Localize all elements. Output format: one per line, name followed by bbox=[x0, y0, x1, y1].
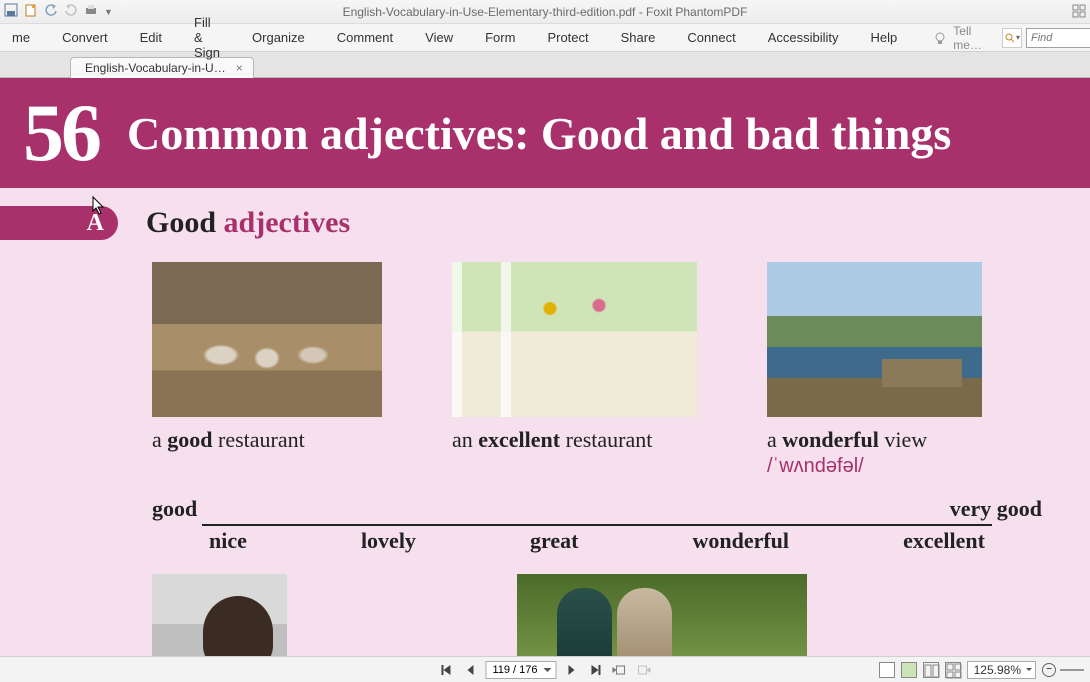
bulb-icon bbox=[933, 31, 947, 45]
unit-header: 56 Common adjectives: Good and bad thing… bbox=[0, 78, 1090, 188]
scale-item: excellent bbox=[903, 528, 985, 554]
redo-icon[interactable] bbox=[64, 3, 78, 20]
menu-form[interactable]: Form bbox=[469, 26, 531, 49]
example-card-2: an excellent restaurant bbox=[452, 262, 697, 478]
section-word-2: adjectives bbox=[224, 206, 351, 239]
single-page-view-icon[interactable] bbox=[879, 662, 895, 678]
section-title: Good adjectives bbox=[146, 206, 350, 240]
view-image bbox=[767, 262, 982, 417]
title-bar: ▼ English-Vocabulary-in-Use-Elementary-t… bbox=[0, 0, 1090, 24]
adjective-scale: good very good nice lovely great wonderf… bbox=[152, 496, 1042, 554]
page-number-box[interactable]: 119 / 176 bbox=[485, 661, 556, 679]
prev-view-button[interactable] bbox=[611, 661, 629, 679]
scale-item: wonderful bbox=[692, 528, 789, 554]
next-page-button[interactable] bbox=[563, 661, 581, 679]
scale-left-label: good bbox=[152, 496, 197, 522]
menu-fill-sign[interactable]: Fill & Sign bbox=[178, 11, 236, 64]
restaurant-image-1 bbox=[152, 262, 382, 417]
scale-line bbox=[202, 524, 992, 526]
menu-help[interactable]: Help bbox=[855, 26, 914, 49]
find-box[interactable] bbox=[1026, 28, 1090, 48]
menu-bar: me Convert Edit Fill & Sign Organize Com… bbox=[0, 24, 1090, 52]
section-tab: A bbox=[0, 206, 118, 240]
undo-icon[interactable] bbox=[44, 3, 58, 20]
menu-organize[interactable]: Organize bbox=[236, 26, 321, 49]
prev-page-button[interactable] bbox=[461, 661, 479, 679]
facing-view-icon[interactable] bbox=[923, 662, 939, 678]
menu-protect[interactable]: Protect bbox=[531, 26, 604, 49]
menu-connect[interactable]: Connect bbox=[671, 26, 751, 49]
caption-2: an excellent restaurant bbox=[452, 427, 697, 453]
menu-share[interactable]: Share bbox=[605, 26, 672, 49]
scale-right-label: very good bbox=[950, 496, 1042, 522]
person-image bbox=[152, 574, 287, 656]
section-letter: A bbox=[87, 210, 104, 237]
menu-convert[interactable]: Convert bbox=[46, 26, 124, 49]
menu-edit[interactable]: Edit bbox=[124, 26, 178, 49]
new-doc-icon[interactable] bbox=[24, 3, 38, 20]
document-viewport[interactable]: 56 Common adjectives: Good and bad thing… bbox=[0, 78, 1090, 656]
window-arrange-icon[interactable] bbox=[1072, 4, 1086, 18]
ipa-pronunciation: /ˈwʌndəfəl/ bbox=[767, 455, 982, 478]
first-page-button[interactable] bbox=[437, 661, 455, 679]
continuous-view-icon[interactable] bbox=[901, 662, 917, 678]
caption-3: a wonderful view bbox=[767, 427, 982, 453]
zoom-level[interactable]: 125.98% bbox=[967, 661, 1036, 679]
next-view-button[interactable] bbox=[635, 661, 653, 679]
menu-accessibility[interactable]: Accessibility bbox=[752, 26, 855, 49]
continuous-facing-view-icon[interactable] bbox=[945, 662, 961, 678]
zoom-text: 125.98% bbox=[974, 663, 1021, 677]
find-input[interactable] bbox=[1027, 32, 1090, 44]
menu-comment[interactable]: Comment bbox=[321, 26, 409, 49]
status-bar: 119 / 176 125.98% − bbox=[0, 656, 1090, 682]
tell-me[interactable]: Tell me… bbox=[933, 24, 982, 52]
pdf-page: 56 Common adjectives: Good and bad thing… bbox=[0, 78, 1090, 656]
example-card-1: a good restaurant bbox=[152, 262, 382, 478]
people-outdoors-image bbox=[517, 574, 807, 656]
caption-1: a good restaurant bbox=[152, 427, 382, 453]
print-icon[interactable] bbox=[84, 3, 98, 20]
menu-view[interactable]: View bbox=[409, 26, 469, 49]
qat-dropdown-icon[interactable]: ▼ bbox=[104, 7, 113, 17]
scale-item: great bbox=[530, 528, 578, 554]
restaurant-image-2 bbox=[452, 262, 697, 417]
zoom-slider[interactable] bbox=[1060, 669, 1084, 671]
close-tab-icon[interactable]: × bbox=[236, 61, 243, 75]
page-number-text: 119 / 176 bbox=[492, 664, 537, 676]
menu-home[interactable]: me bbox=[8, 26, 46, 49]
last-page-button[interactable] bbox=[587, 661, 605, 679]
unit-title: Common adjectives: Good and bad things bbox=[127, 107, 951, 160]
section-word-1: Good bbox=[146, 206, 224, 239]
tell-me-label: Tell me… bbox=[953, 24, 982, 52]
scale-item: nice bbox=[209, 528, 247, 554]
document-tabstrip: English-Vocabulary-in-U… × bbox=[0, 52, 1090, 78]
save-icon[interactable] bbox=[4, 3, 18, 20]
window-title: English-Vocabulary-in-Use-Elementary-thi… bbox=[343, 5, 748, 19]
unit-number: 56 bbox=[0, 86, 105, 180]
example-card-3: a wonderful view /ˈwʌndəfəl/ bbox=[767, 262, 982, 478]
scale-item: lovely bbox=[361, 528, 416, 554]
search-mode-dropdown[interactable]: ▾ bbox=[1002, 28, 1022, 48]
zoom-out-button[interactable]: − bbox=[1042, 663, 1056, 677]
